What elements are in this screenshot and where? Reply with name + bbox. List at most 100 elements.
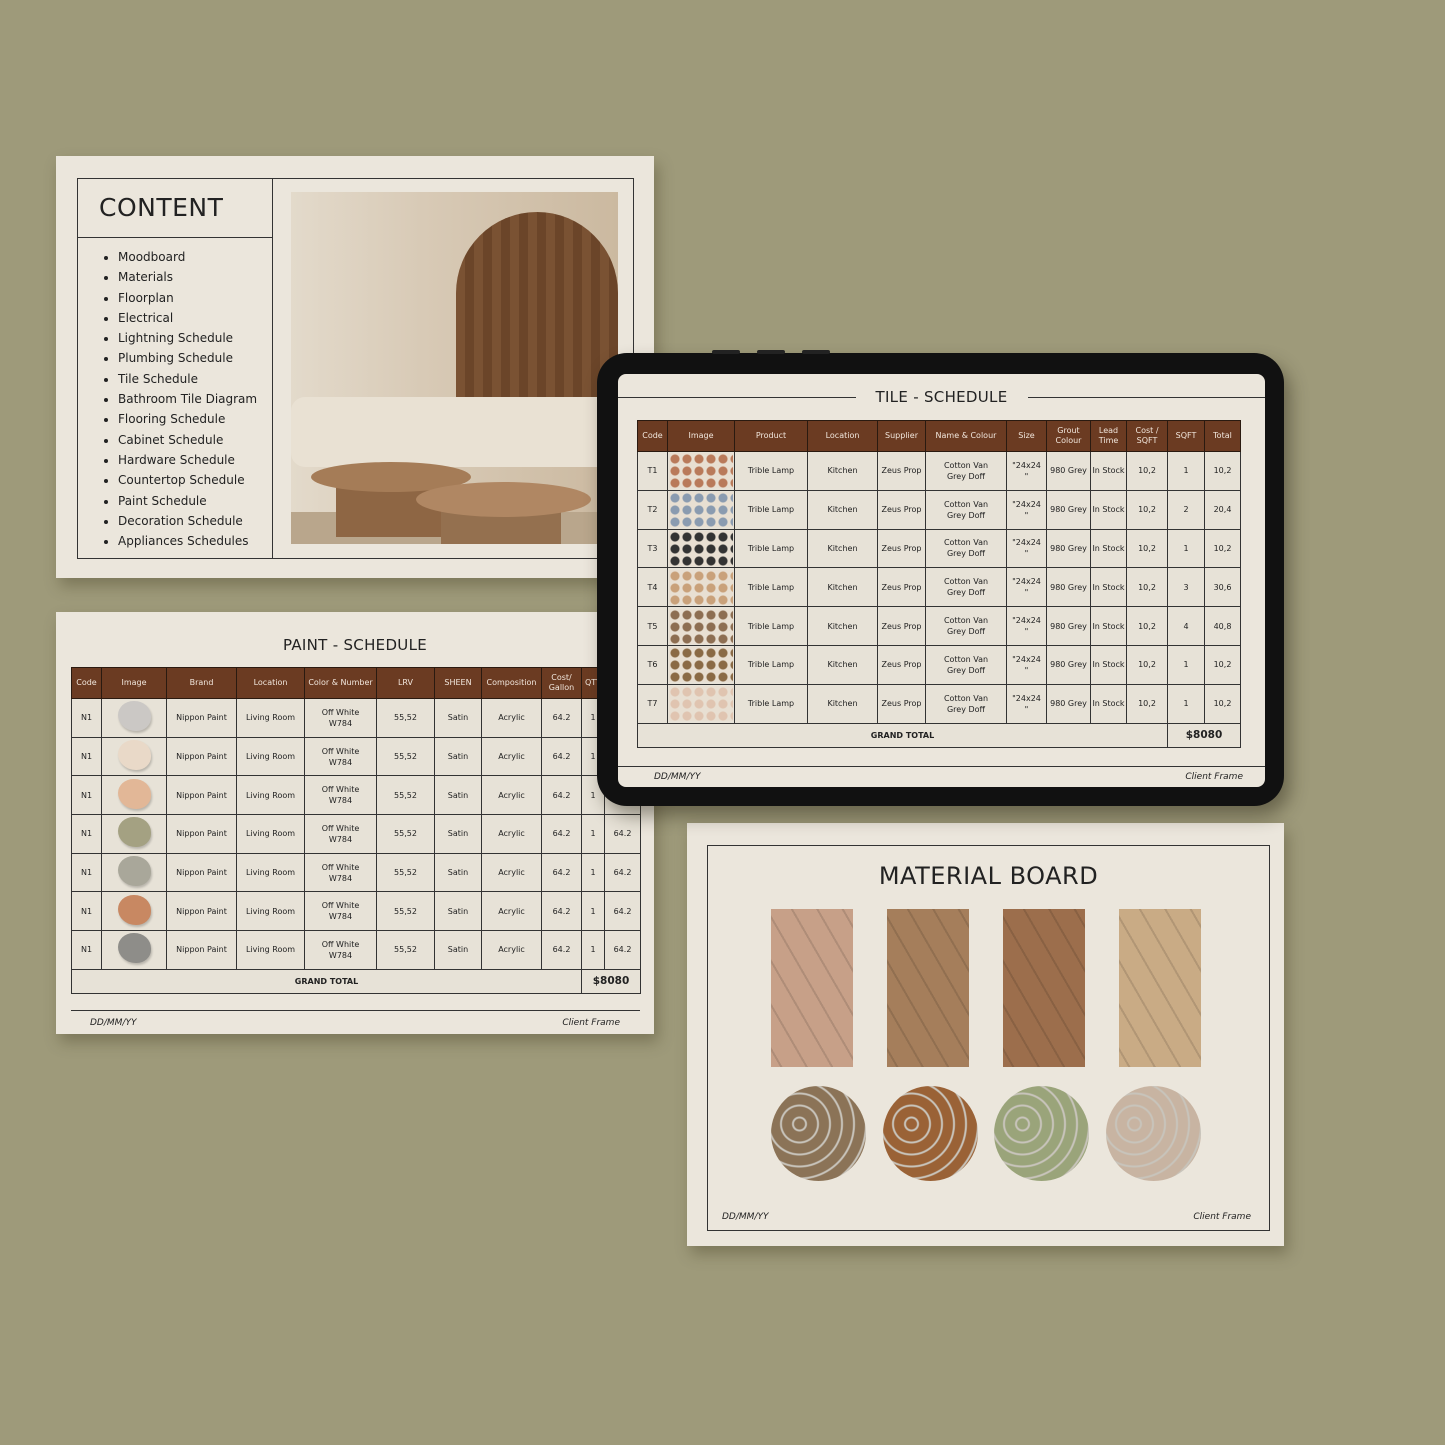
column-header: Location (807, 420, 878, 452)
grand-total-value: $8080 (1167, 722, 1241, 748)
table-row: T7 Trible Lamp Kitchen Zeus Prop Cotton Van … (637, 683, 1241, 724)
cell-lead: In Stock (1090, 528, 1127, 569)
cell-cost: 64.2 (541, 698, 582, 738)
cell-product: Trible Lamp (734, 567, 808, 608)
board-frame: MATERIAL BOARD DD/MM/YY Client Frame (707, 845, 1270, 1231)
content-list-item: Lightning Schedule (118, 328, 272, 348)
cell-total: 64.2 (604, 814, 641, 854)
tile-title: TILE - SCHEDULE (855, 388, 1028, 406)
cell-location: Living Room (236, 698, 305, 738)
paint-swatch (117, 856, 151, 887)
table-header: Code Image Brand Location Color & Number LRV S… (71, 667, 641, 699)
table-row: N1 Nippon Paint Living Room Off White W784 5… (71, 891, 641, 932)
paint-title: PAINT - SCHEDULE (262, 636, 448, 654)
cell-lead: In Stock (1090, 606, 1127, 646)
cell-cost: 10,2 (1126, 451, 1168, 491)
cell-code: T2 (637, 489, 668, 530)
cell-sheen: Satin (434, 736, 482, 777)
board-client: Client Frame (1193, 1212, 1251, 1222)
material-panel (887, 909, 969, 1067)
paint-swatch-cell (101, 775, 167, 816)
cell-code: T3 (637, 528, 668, 569)
cell-location: Living Room (236, 775, 305, 816)
cell-qty: 1 (581, 930, 605, 970)
paint-swatch-cell (101, 814, 167, 854)
material-panel (1003, 909, 1085, 1067)
cell-location: Kitchen (807, 606, 878, 646)
cell-sqft: 2 (1167, 489, 1205, 530)
table-row: N1 Nippon Paint Living Room Off White W784 5… (71, 930, 641, 970)
column-header: Name & Colour (925, 420, 1007, 452)
content-list-item: Moodboard (118, 247, 272, 267)
content-list-item: Cabinet Schedule (118, 430, 272, 450)
cell-total: 30,6 (1204, 567, 1241, 608)
cell-product: Trible Lamp (734, 606, 808, 646)
tile-image-cell (667, 489, 735, 530)
cell-supplier: Zeus Prop (877, 489, 926, 530)
paint-date: DD/MM/YY (90, 1018, 137, 1028)
cell-supplier: Zeus Prop (877, 606, 926, 646)
cell-cost: 10,2 (1126, 567, 1168, 608)
cell-brand: Nippon Paint (166, 775, 237, 816)
cell-lrv: 55,52 (376, 891, 435, 932)
tile-image (669, 647, 733, 683)
material-board-page: MATERIAL BOARD DD/MM/YY Client Frame (687, 823, 1284, 1246)
cell-size: "24x24 " (1006, 451, 1047, 491)
paint-swatch-cell (101, 698, 167, 738)
column-header: SQFT (1167, 420, 1205, 452)
cell-lead: In Stock (1090, 489, 1127, 530)
cell-product: Trible Lamp (734, 644, 808, 685)
cell-location: Living Room (236, 891, 305, 932)
cell-brand: Nippon Paint (166, 930, 237, 970)
cell-code: N1 (71, 698, 102, 738)
content-title: CONTENT (99, 193, 224, 222)
cell-color: Off White W784 (304, 852, 377, 893)
tile-client: Client Frame (1185, 772, 1243, 782)
cell-name: Cotton Van Grey Doff (925, 683, 1007, 724)
interior-photo (291, 192, 618, 544)
cell-color: Off White W784 (304, 698, 377, 738)
column-header: SHEEN (434, 667, 482, 699)
cell-name: Cotton Van Grey Doff (925, 567, 1007, 608)
column-header: Composition (481, 667, 542, 699)
cell-name: Cotton Van Grey Doff (925, 451, 1007, 491)
cell-sheen: Satin (434, 930, 482, 970)
cell-total: 64.2 (604, 930, 641, 970)
tile-image-cell (667, 606, 735, 646)
grand-total-row: GRAND TOTAL $8080 (637, 722, 1241, 748)
table-row: N1 Nippon Paint Living Room Off White W784 5… (71, 852, 641, 893)
cell-lead: In Stock (1090, 644, 1127, 685)
cell-brand: Nippon Paint (166, 698, 237, 738)
content-page: CONTENT MoodboardMaterialsFloorplanElect… (56, 156, 654, 578)
cell-color: Off White W784 (304, 814, 377, 854)
grand-total-row: GRAND TOTAL $8080 (71, 968, 641, 994)
column-header: Grout Colour (1046, 420, 1091, 452)
cell-size: "24x24 " (1006, 567, 1047, 608)
cell-sheen: Satin (434, 814, 482, 854)
cell-grout: 980 Grey (1046, 567, 1091, 608)
cell-cost: 10,2 (1126, 644, 1168, 685)
column-header: Image (667, 420, 735, 452)
cell-product: Trible Lamp (734, 451, 808, 491)
paint-swatch (117, 894, 151, 925)
cell-composition: Acrylic (481, 775, 542, 816)
cell-brand: Nippon Paint (166, 814, 237, 854)
cell-lrv: 55,52 (376, 775, 435, 816)
table-row: T5 Trible Lamp Kitchen Zeus Prop Cotton Van … (637, 606, 1241, 646)
content-list-item: Materials (118, 267, 272, 287)
board-date: DD/MM/YY (722, 1212, 769, 1222)
tile-schedule-page: TILE - SCHEDULE Code Image Product Location… (618, 374, 1265, 787)
cell-location: Living Room (236, 814, 305, 854)
cell-supplier: Zeus Prop (877, 451, 926, 491)
cell-code: T4 (637, 567, 668, 608)
cell-total: 10,2 (1204, 528, 1241, 569)
tile-image-cell (667, 683, 735, 724)
column-header: Total (1204, 420, 1241, 452)
cell-code: T5 (637, 606, 668, 646)
cell-location: Living Room (236, 930, 305, 970)
cell-lrv: 55,52 (376, 814, 435, 854)
cell-sqft: 1 (1167, 528, 1205, 569)
paint-swatch-cell (101, 852, 167, 893)
content-list-item: Tile Schedule (118, 369, 272, 389)
cell-lead: In Stock (1090, 683, 1127, 724)
